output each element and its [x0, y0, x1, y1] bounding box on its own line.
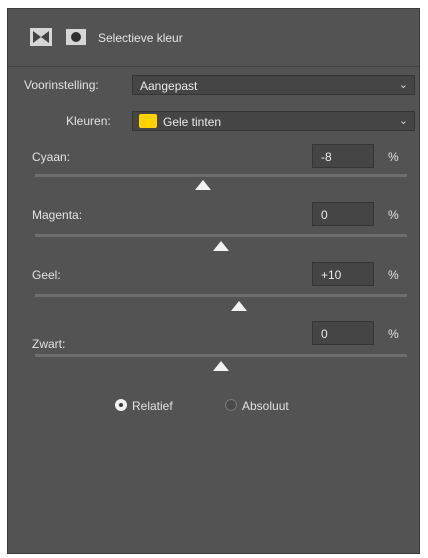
panel-header: Selectieve kleur [8, 9, 419, 67]
black-percent: % [388, 327, 399, 341]
cyan-percent: % [388, 150, 399, 164]
radio-selected-icon[interactable] [115, 399, 127, 411]
colors-dropdown[interactable]: Gele tinten ⌄ [132, 111, 415, 131]
preset-dropdown[interactable]: Aangepast ⌄ [132, 75, 415, 95]
color-swatch [139, 114, 157, 128]
cyan-slider-track[interactable] [35, 174, 407, 177]
black-slider-thumb[interactable] [213, 361, 229, 371]
cyan-value-field[interactable]: -8 [312, 144, 374, 168]
panel-title: Selectieve kleur [98, 31, 183, 45]
magenta-label: Magenta: [32, 208, 83, 222]
magenta-percent: % [388, 208, 399, 222]
black-slider-track[interactable] [35, 354, 407, 357]
preset-value: Aangepast [140, 79, 198, 93]
cyan-label: Cyaan: [32, 150, 71, 164]
magenta-slider-thumb[interactable] [213, 241, 229, 251]
magenta-value-field[interactable]: 0 [312, 202, 374, 226]
cyan-slider-thumb[interactable] [195, 180, 211, 190]
chevron-down-icon: ⌄ [398, 79, 408, 91]
relative-label: Relatief [132, 399, 173, 413]
absolute-label: Absoluut [242, 399, 289, 413]
yellow-label: Geel: [32, 268, 61, 282]
adjustment-layer-icon[interactable] [30, 28, 52, 46]
yellow-slider-track[interactable] [35, 294, 407, 297]
radio-unselected-icon[interactable] [225, 399, 237, 411]
chevron-down-icon: ⌄ [398, 115, 408, 127]
black-value-field[interactable]: 0 [312, 321, 374, 345]
yellow-slider-thumb[interactable] [231, 301, 247, 311]
yellow-value-field[interactable]: +10 [312, 262, 374, 286]
black-label: Zwart: [32, 337, 66, 351]
yellow-percent: % [388, 268, 399, 282]
colors-label: Kleuren: [66, 114, 111, 128]
colors-value: Gele tinten [163, 115, 222, 129]
properties-panel: Selectieve kleur Voorinstelling: Aangepa… [7, 8, 420, 554]
magenta-slider-track[interactable] [35, 234, 407, 237]
preset-label: Voorinstelling: [24, 78, 99, 92]
mask-icon[interactable] [66, 29, 86, 45]
